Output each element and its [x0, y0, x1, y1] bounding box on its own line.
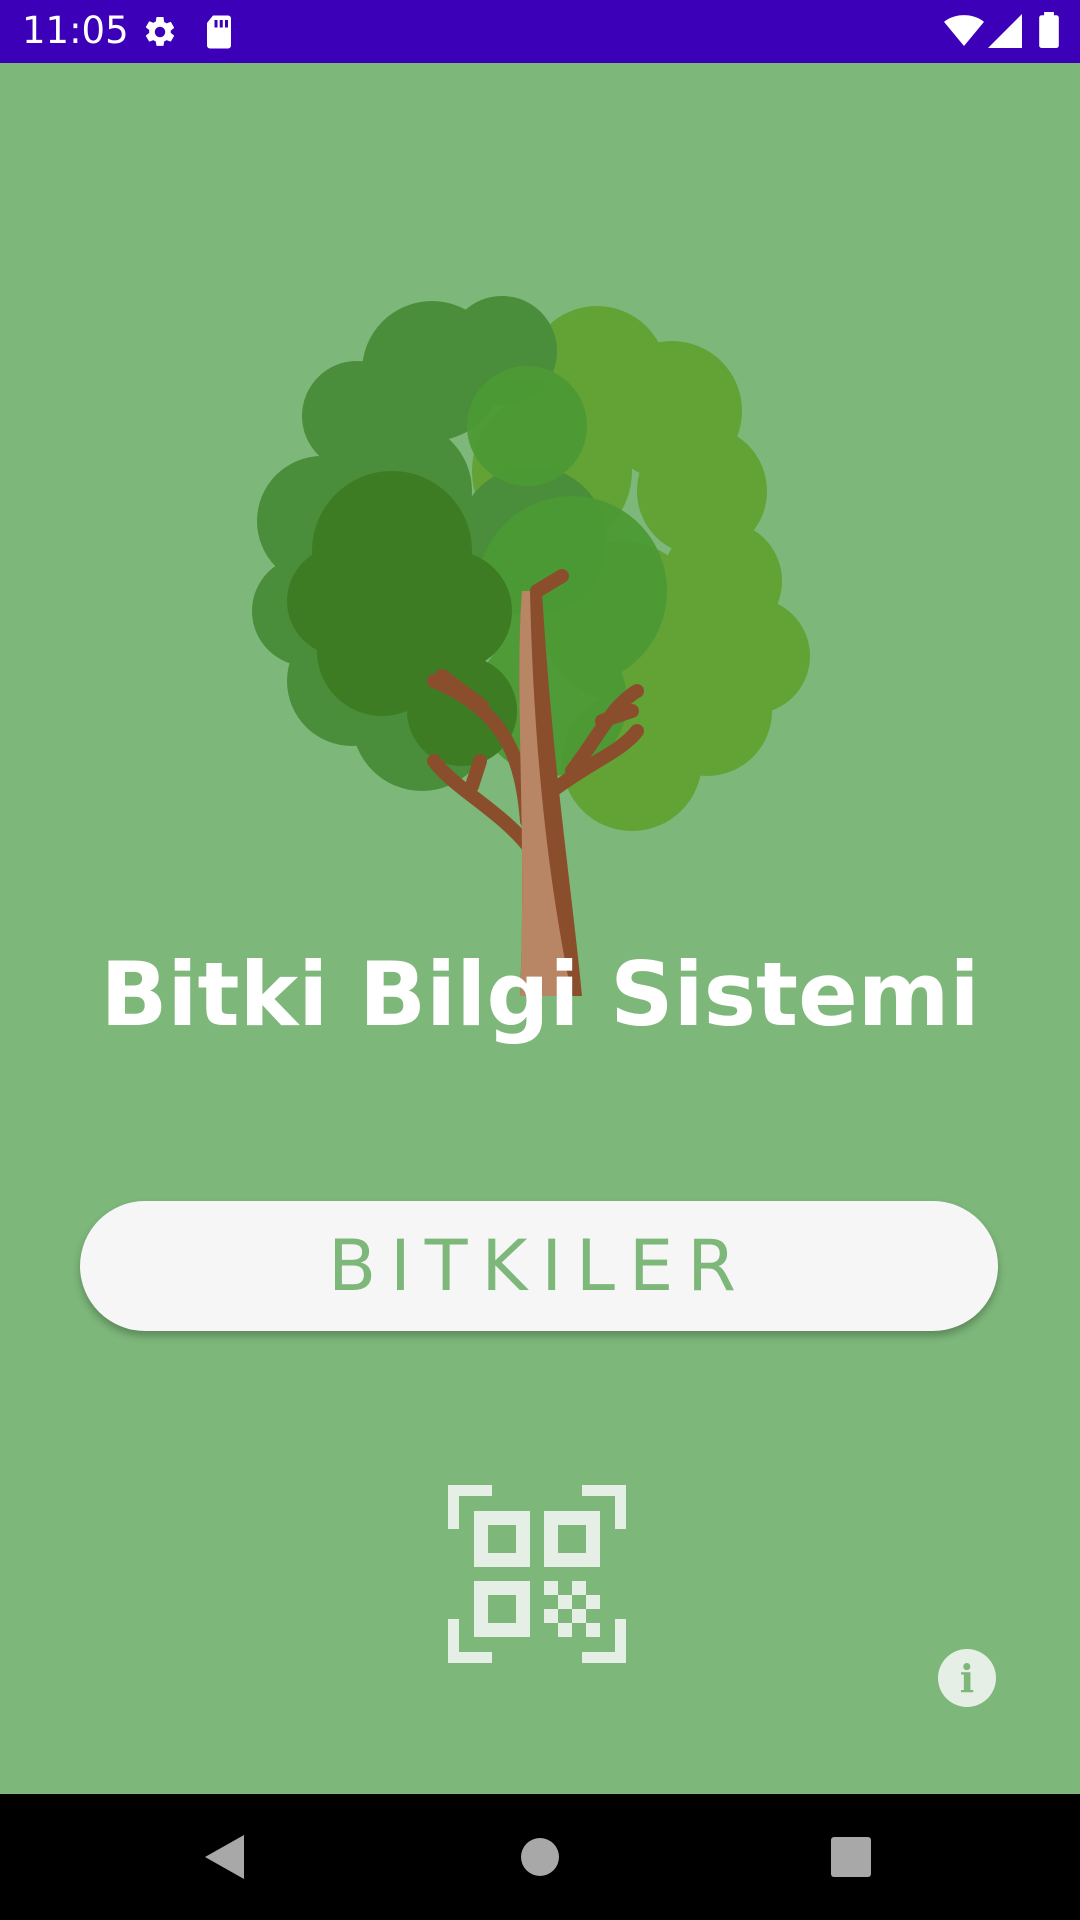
- info-button[interactable]: i: [938, 1649, 996, 1707]
- main-screen: Bitki Bilgi Sistemi BITKILER i: [0, 63, 1080, 1794]
- navigation-bar: [0, 1794, 1080, 1920]
- signal-icon: [988, 14, 1022, 48]
- plants-button[interactable]: BITKILER: [80, 1201, 998, 1331]
- recents-button[interactable]: [771, 1794, 931, 1920]
- battery-icon: [1039, 12, 1059, 48]
- recents-icon: [831, 1837, 871, 1877]
- settings-icon: [145, 16, 175, 46]
- status-bar: 11:05: [0, 0, 1080, 63]
- tree-logo: [252, 296, 810, 996]
- status-time: 11:05: [22, 9, 129, 52]
- sd-card-icon: [207, 15, 231, 49]
- back-button[interactable]: [146, 1794, 306, 1920]
- info-icon: i: [959, 1655, 975, 1701]
- app-title: Bitki Bilgi Sistemi: [100, 943, 980, 1046]
- home-icon: [521, 1838, 559, 1876]
- home-button[interactable]: [460, 1794, 620, 1920]
- back-icon: [205, 1835, 244, 1879]
- qr-code-scan-icon[interactable]: [448, 1485, 626, 1663]
- wifi-icon: [944, 15, 984, 46]
